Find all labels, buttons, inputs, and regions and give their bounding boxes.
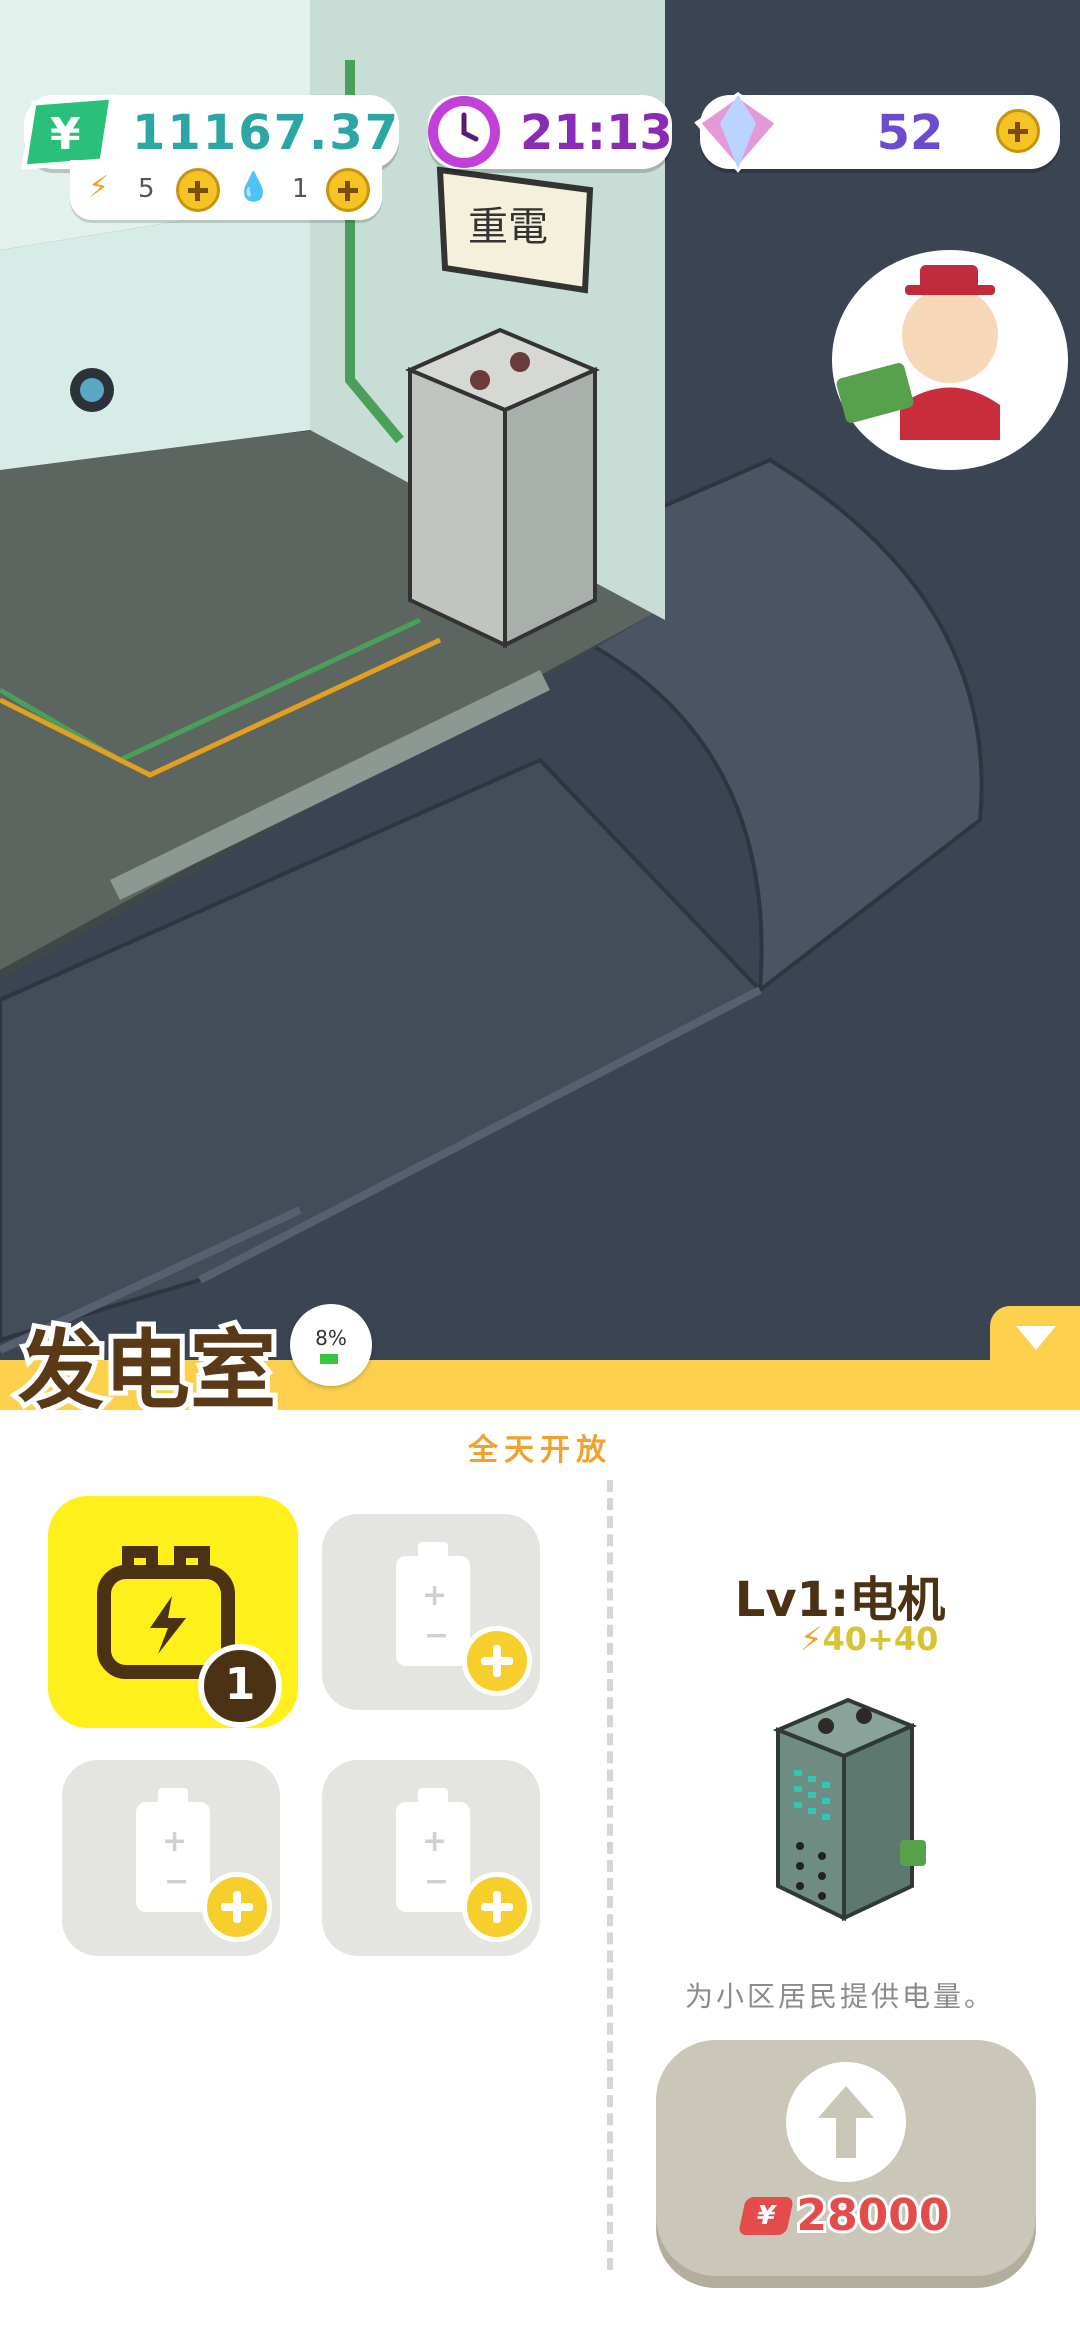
empty-battery-icon: + − <box>136 1788 210 1912</box>
svg-text:¥: ¥ <box>50 109 81 160</box>
generator-output-value: 40+40 <box>822 1620 939 1658</box>
upgrade-price: ¥28000 <box>656 2187 1036 2244</box>
room-title: 发电室 <box>13 1316 281 1426</box>
add-gems-button[interactable] <box>996 109 1040 153</box>
energy-icon: ⚡ <box>88 170 110 205</box>
empty-battery-icon: + − <box>396 1542 470 1666</box>
game-time: 21:13 <box>520 105 673 161</box>
water-drop-icon: 💧 <box>236 170 271 203</box>
empty-battery-icon: + − <box>396 1788 470 1912</box>
room-progress-value: 8% <box>315 1326 347 1350</box>
water-value: 1 <box>292 174 309 204</box>
generator-cabinet-image <box>772 1697 926 1922</box>
add-slot-button[interactable] <box>202 1872 272 1942</box>
add-slot-button[interactable] <box>462 1872 532 1942</box>
generator-slot-2[interactable]: + − <box>322 1514 540 1710</box>
collapse-panel-button[interactable] <box>990 1306 1080 1370</box>
open-hours-label: 全天开放 <box>468 1433 612 1468</box>
add-slot-button[interactable] <box>462 1626 532 1696</box>
resource-bar: ⚡ 5 💧 1 <box>70 160 382 220</box>
slot-count-badge: 1 <box>198 1644 282 1728</box>
time-display: 21:13 <box>428 95 673 169</box>
wall-sign-text: 重電 <box>468 204 548 250</box>
progress-battery-icon <box>320 1354 338 1364</box>
panel-divider <box>607 1480 613 2270</box>
lightning-icon: ⚡ <box>800 1620 823 1658</box>
currency-icon: ¥ <box>738 2196 795 2235</box>
generator-slot-1[interactable]: 1 <box>48 1496 298 1728</box>
upgrade-price-value: 28000 <box>793 2187 952 2244</box>
generator-slot-3[interactable]: + − <box>62 1760 280 1956</box>
add-energy-button[interactable] <box>176 168 220 212</box>
gem-icon <box>694 91 782 173</box>
upgrade-button[interactable]: ¥28000 <box>656 2040 1036 2276</box>
money-display: ¥ 11167.37 <box>21 94 401 170</box>
money-value: 11167.37 <box>132 105 401 161</box>
gem-display: 52 <box>694 91 1060 173</box>
gem-value: 52 <box>876 105 944 161</box>
add-water-button[interactable] <box>326 168 370 212</box>
chevron-down-icon <box>1016 1326 1056 1350</box>
generator-slot-4[interactable]: + − <box>322 1760 540 1956</box>
clock-icon <box>428 96 500 168</box>
npc-request-bubble[interactable] <box>830 250 1070 470</box>
generator-description: 为小区居民提供电量。 <box>684 1980 995 2013</box>
room-progress: 8% <box>290 1304 372 1386</box>
generator-output: ⚡40+40 <box>800 1620 938 1658</box>
energy-value: 5 <box>138 174 155 204</box>
upgrade-arrow-icon <box>786 2062 906 2182</box>
